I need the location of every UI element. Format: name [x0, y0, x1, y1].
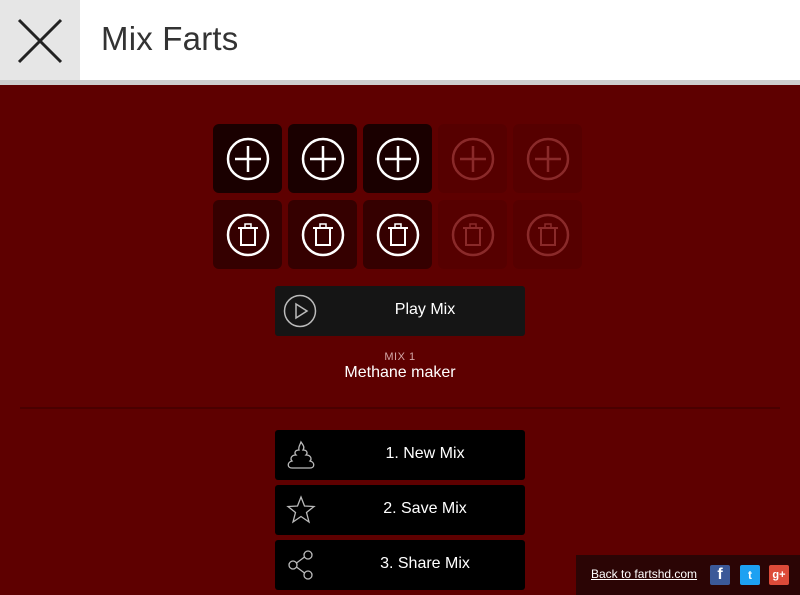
- page-title: Mix Farts: [101, 20, 239, 57]
- header-divider: [0, 80, 800, 85]
- delete-slot-1[interactable]: [213, 200, 282, 269]
- add-icon: [526, 137, 570, 181]
- back-to-site-link[interactable]: Back to fartshd.com: [591, 567, 697, 581]
- new-mix-button[interactable]: 1. New Mix: [275, 430, 525, 480]
- google-plus-icon[interactable]: g+: [769, 565, 789, 585]
- share-mix-button[interactable]: 3. Share Mix: [275, 540, 525, 590]
- twitter-icon[interactable]: t: [740, 565, 760, 585]
- mix-name: Methane maker: [344, 364, 456, 381]
- delete-slot-3[interactable]: [363, 200, 432, 269]
- trash-icon: [376, 213, 420, 257]
- add-icon: [301, 137, 345, 181]
- trash-icon: [226, 213, 270, 257]
- delete-slot-5: [513, 200, 582, 269]
- add-icon: [226, 137, 270, 181]
- add-slot-2[interactable]: [288, 124, 357, 193]
- play-mix-button[interactable]: Play Mix: [275, 286, 525, 336]
- save-mix-label: 2. Save Mix: [383, 500, 467, 517]
- close-icon: [17, 18, 63, 64]
- play-mix-label: Play Mix: [394, 301, 456, 318]
- add-slot-4: [438, 124, 507, 193]
- add-slot-1[interactable]: [213, 124, 282, 193]
- delete-slot-4: [438, 200, 507, 269]
- share-mix-label: 3. Share Mix: [380, 555, 470, 572]
- add-icon: [451, 137, 495, 181]
- header: Mix Farts: [0, 0, 800, 80]
- save-mix-button[interactable]: 2. Save Mix: [275, 485, 525, 535]
- footer-panel: Back to fartshd.com f t g+: [576, 555, 800, 595]
- trash-icon: [451, 213, 495, 257]
- mix-number: MIX 1: [384, 351, 416, 363]
- add-icon: [376, 137, 420, 181]
- facebook-icon[interactable]: f: [710, 565, 730, 585]
- add-slot-3[interactable]: [363, 124, 432, 193]
- close-button[interactable]: [0, 0, 80, 80]
- add-slot-5: [513, 124, 582, 193]
- new-mix-label: 1. New Mix: [385, 445, 465, 462]
- trash-icon: [301, 213, 345, 257]
- trash-icon: [526, 213, 570, 257]
- delete-slot-2[interactable]: [288, 200, 357, 269]
- divider: [20, 407, 780, 409]
